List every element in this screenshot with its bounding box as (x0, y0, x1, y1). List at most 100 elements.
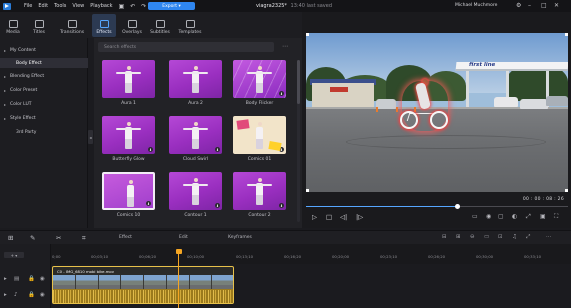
search-input[interactable]: Search effects (98, 42, 274, 52)
download-icon[interactable]: ⬇ (148, 147, 153, 152)
ruler-tick: 0;00 (52, 254, 61, 259)
category-blending-effect[interactable]: ▸ Blending Effect (0, 71, 88, 81)
effect-label: Comics 10 (116, 213, 141, 218)
timeline-tab-edit[interactable]: Edit (179, 235, 188, 240)
close-icon[interactable]: ✕ (554, 2, 559, 9)
transitions-icon (67, 20, 77, 28)
playhead-handle[interactable] (176, 249, 182, 254)
effect-butterfly-glow[interactable]: ⬇ Butterfly Glow (102, 116, 155, 162)
menu-file[interactable]: File (24, 3, 32, 9)
menu-view[interactable]: View (72, 3, 84, 9)
tab-effects[interactable]: Effects (92, 14, 116, 37)
effect-aura-1[interactable]: Aura 1 (102, 60, 155, 106)
add-track-button[interactable]: + ▾ (4, 252, 24, 258)
play-icon[interactable]: ▷ (312, 213, 317, 221)
effect-contour-1[interactable]: ⬇ Contour 1 (169, 172, 222, 218)
snapshot-icon[interactable]: ◉ (486, 213, 491, 220)
tab-templates[interactable]: Templates (176, 14, 204, 37)
fullscreen-icon[interactable]: ⛶ (554, 213, 558, 221)
category-3rd-party[interactable]: 3rd Party (0, 127, 88, 137)
category-body-effect[interactable]: Body Effect (0, 58, 88, 68)
category-my-content[interactable]: ▸ My Content (0, 45, 88, 55)
settings-icon[interactable]: ⚙ (516, 2, 521, 9)
download-icon[interactable]: ⬇ (215, 203, 220, 208)
timeline-tab-keyframes[interactable]: Keyframes (228, 235, 252, 240)
selection-handle[interactable] (565, 33, 568, 36)
clip-icon[interactable]: ▭ (472, 213, 478, 220)
category-style-effect[interactable]: ▸ Style Effect (0, 113, 88, 123)
tab-media[interactable]: Media (2, 14, 24, 37)
download-icon[interactable]: ⬇ (279, 147, 284, 152)
undo-icon[interactable]: ↶ (130, 3, 135, 10)
timeline-clip[interactable]: C0 - IMG_6810 mobi bike.mov (52, 266, 234, 304)
category-color-lut[interactable]: ▸ Color LUT (0, 99, 88, 109)
effect-body-flicker[interactable]: ⬇ Body Flicker (233, 60, 286, 106)
selection-handle[interactable] (306, 189, 309, 192)
audio-mix-icon[interactable]: ♫ (512, 234, 517, 240)
category-color-preset[interactable]: ▸ Color Preset (0, 85, 88, 95)
tab-overlays[interactable]: Overlays (120, 14, 144, 37)
seek-knob[interactable] (455, 204, 461, 209)
split-scissors-icon[interactable]: ✂ (56, 234, 61, 242)
tab-subtitles[interactable]: Subtitles (148, 14, 172, 37)
more-options-icon[interactable]: ⋯ (546, 234, 552, 240)
menu-tools[interactable]: Tools (54, 3, 66, 9)
export-button[interactable]: Export ▾ (148, 2, 195, 10)
expand-icon[interactable]: ⤢ (526, 234, 530, 241)
titles-icon (34, 20, 44, 28)
fit-timeline-icon[interactable]: ⊡ (498, 234, 503, 240)
preview-quality-icon[interactable]: ▢ (498, 213, 504, 220)
download-icon[interactable]: ⬇ (215, 147, 220, 152)
zoom-bar-icon[interactable]: ▭ (484, 234, 489, 240)
lock-icon[interactable]: 🔒 (28, 292, 35, 298)
tab-titles[interactable]: Titles (28, 14, 50, 37)
marker-icon[interactable]: ⊞ (456, 234, 461, 240)
project-name: viagra2325* (256, 3, 287, 9)
menu-playback[interactable]: Playback (90, 3, 112, 9)
download-icon[interactable]: ⬇ (146, 201, 151, 206)
track-manager-icon[interactable]: ⊞ (8, 234, 13, 242)
effect-comics-01[interactable]: ⬇ Comics 01 (233, 116, 286, 162)
stop-icon[interactable]: □ (326, 213, 332, 221)
more-options-icon[interactable]: ⋯ (282, 43, 288, 50)
category-label: Body Effect (16, 60, 42, 66)
previous-frame-icon[interactable]: ◁| (340, 213, 347, 221)
playhead-line[interactable] (178, 254, 179, 308)
fit-screen-icon[interactable]: ⤢ (526, 213, 531, 221)
save-icon[interactable]: ▣ (119, 3, 125, 10)
tab-transitions[interactable]: Transitions (56, 14, 88, 37)
seek-bar[interactable] (306, 204, 568, 209)
effect-label: Body Flicker (245, 101, 274, 106)
undock-icon[interactable]: ▣ (540, 213, 546, 220)
download-icon[interactable]: ⬇ (279, 91, 284, 96)
mute-icon[interactable]: ◉ (40, 292, 45, 298)
redo-icon[interactable]: ↷ (141, 3, 146, 10)
timeline-tab-effect[interactable]: Effect (119, 235, 132, 240)
edit-pen-icon[interactable]: ✎ (30, 234, 35, 242)
effect-aura-2[interactable]: Aura 2 (169, 60, 222, 106)
selection-handle[interactable] (565, 189, 568, 192)
video-preview[interactable]: first line (306, 33, 568, 192)
lock-icon[interactable]: 🔒 (28, 276, 35, 282)
menu-edit[interactable]: Edit (38, 3, 48, 9)
user-name[interactable]: Michael Muchmore (455, 3, 497, 8)
visibility-icon[interactable]: ◉ (40, 276, 45, 282)
zoom-out-icon[interactable]: ⊖ (470, 234, 475, 240)
selection-handle[interactable] (306, 33, 309, 36)
volume-icon[interactable]: ◐ (512, 213, 517, 220)
effect-cloud-swirl[interactable]: ⬇ Cloud Swirl (169, 116, 222, 162)
effect-contour-2[interactable]: ⬇ Contour 2 (233, 172, 286, 218)
minimize-icon[interactable]: – (528, 2, 531, 9)
timeline-ruler[interactable]: 0;00 00;03;10 00;06;20 00;10;00 00;13;10… (0, 244, 571, 264)
gas-station-sign: first line (469, 62, 496, 68)
download-icon[interactable]: ⬇ (279, 203, 284, 208)
menu-bar: File Edit Tools View Playback ▣ ↶ ↷ Expo… (0, 0, 571, 12)
maximize-icon[interactable]: □ (541, 2, 547, 9)
next-frame-icon[interactable]: |▷ (356, 213, 363, 221)
audio-track-icon: ▸ (4, 292, 7, 298)
effect-comics-10[interactable]: ⬇ Comics 10 (102, 172, 155, 218)
library-scrollbar[interactable] (297, 60, 300, 222)
snap-icon[interactable]: ⊟ (442, 234, 447, 240)
crop-icon[interactable]: ⌗ (82, 234, 86, 243)
collapse-panel-button[interactable]: ◂ (88, 130, 93, 144)
